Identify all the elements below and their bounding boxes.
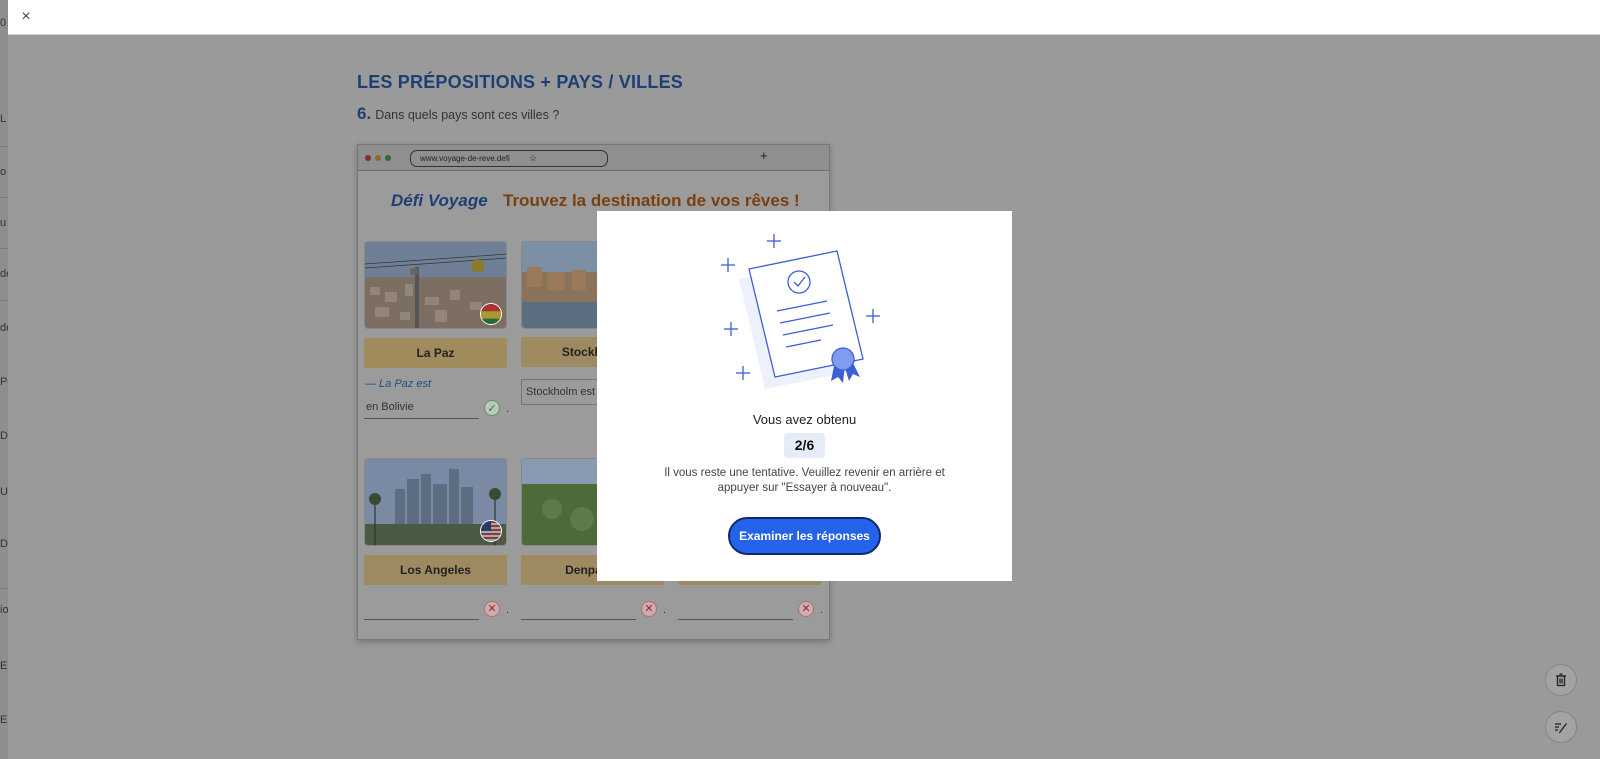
lesson-title: LES PRÉPOSITIONS + PAYS / VILLES: [357, 72, 683, 92]
sidebar-fragment: o: [0, 166, 7, 178]
background-sidebar: 0 L o u de de Po D' Un D io En En: [0, 0, 8, 759]
sidebar-fragment: L: [0, 113, 7, 125]
city-label-los-angeles: Los Angeles: [364, 555, 507, 585]
question-number: 6.: [357, 104, 372, 123]
sentence-period: .: [506, 604, 510, 616]
url-bar: www.voyage-de-reve.defi ☆: [410, 150, 608, 167]
sentence-period: .: [506, 403, 510, 415]
new-tab-icon: +: [760, 148, 768, 163]
window-close-dot: [365, 155, 371, 161]
window-minimize-dot: [375, 155, 381, 161]
answer-field-denpasar[interactable]: [521, 596, 636, 620]
trash-icon: [1556, 673, 1566, 687]
city-image-los-angeles: [364, 458, 507, 546]
sidebar-fragment: de: [0, 268, 8, 280]
window-maximize-dot: [385, 155, 391, 161]
sidebar-fragment: Un: [0, 486, 8, 498]
bolivia-flag-icon: [480, 303, 502, 325]
score-badge: 2/6: [784, 433, 825, 458]
trash-button[interactable]: [1545, 664, 1577, 696]
cross-icon: ✕: [798, 601, 814, 617]
answer-field-hidden[interactable]: [678, 596, 793, 620]
top-bar: ×: [8, 0, 1600, 35]
url-text: www.voyage-de-reve.defi: [420, 154, 510, 163]
check-icon: ✓: [484, 400, 500, 416]
close-icon[interactable]: ×: [17, 8, 35, 26]
review-answers-button[interactable]: Examiner les réponses: [728, 517, 881, 555]
city-label-la-paz: La Paz: [364, 338, 507, 368]
answer-field-los-angeles[interactable]: [364, 596, 479, 620]
sidebar-fragment: io: [0, 604, 8, 616]
sidebar-fragment: 0: [0, 17, 7, 29]
sidebar-fragment: En: [0, 714, 8, 726]
sidebar-fragment: de: [0, 322, 8, 334]
result-label: Vous avez obtenu: [752, 412, 857, 427]
results-modal: Vous avez obtenu 2/6 Il vous reste une t…: [597, 211, 1012, 581]
answer-hint: — La Paz est: [365, 378, 432, 390]
sentence-period: .: [820, 604, 824, 616]
sidebar-fragment: D': [0, 430, 8, 442]
answer-field-la-paz[interactable]: en Bolivie: [364, 395, 479, 419]
browser-toolbar: www.voyage-de-reve.defi ☆ +: [358, 145, 829, 171]
sentence-period: .: [663, 604, 667, 616]
usa-flag-icon: [480, 520, 502, 542]
attempt-message: Il vous reste une tentative. Veuillez re…: [664, 467, 945, 494]
sidebar-fragment: Po: [0, 376, 8, 388]
sidebar-fragment: En: [0, 660, 8, 672]
cross-icon: ✕: [484, 601, 500, 617]
certificate-icon: [717, 231, 892, 391]
site-brand: Défi Voyage: [391, 191, 488, 210]
edit-icon: [1555, 723, 1568, 734]
question-text: Dans quels pays sont ces villes ?: [375, 108, 560, 122]
star-icon: ☆: [529, 153, 538, 163]
question: 6. Dans quels pays sont ces villes ?: [357, 104, 559, 124]
cross-icon: ✕: [641, 601, 657, 617]
edit-button[interactable]: [1545, 711, 1577, 743]
sidebar-fragment: D: [0, 538, 8, 550]
sidebar-fragment: u: [0, 217, 7, 229]
city-image-la-paz: [364, 241, 507, 329]
site-headline: Trouvez la destination de vos rêves !: [503, 191, 800, 210]
